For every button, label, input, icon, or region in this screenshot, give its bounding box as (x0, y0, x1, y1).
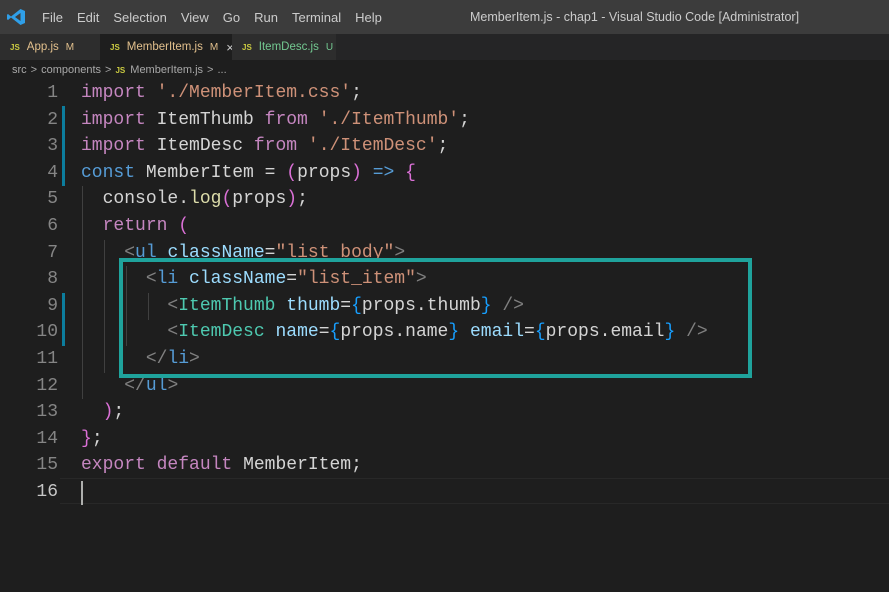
code-text[interactable]: return ( (81, 213, 189, 240)
line-number: 9 (47, 295, 58, 316)
chevron-right-icon: > (30, 64, 38, 76)
code-line[interactable]: 4 const MemberItem = (props) => { (0, 160, 889, 187)
menu-edit[interactable]: Edit (77, 10, 99, 25)
js-file-icon: JS (242, 42, 252, 52)
code-line[interactable]: 5 console.log(props); (0, 186, 889, 213)
menu-go[interactable]: Go (223, 10, 240, 25)
breadcrumb-symbol[interactable]: ... (217, 64, 226, 76)
menu-file[interactable]: File (42, 10, 63, 25)
line-number: 15 (36, 455, 58, 476)
line-number: 16 (36, 482, 58, 502)
breadcrumb: src > components > JS MemberItem.js > ..… (0, 60, 889, 80)
breadcrumb-components[interactable]: components (41, 64, 101, 76)
code-line[interactable]: 15 export default MemberItem; (0, 452, 889, 479)
menu-bar: File Edit Selection View Go Run Terminal… (42, 0, 396, 34)
line-number: 10 (36, 322, 58, 343)
line-number: 8 (47, 269, 58, 290)
code-line[interactable]: 13 ); (0, 399, 889, 426)
tab-itemdesc-js[interactable]: JS ItemDesc.js U (232, 34, 336, 60)
code-line[interactable]: 14}; (0, 426, 889, 453)
js-file-icon: JS (10, 42, 20, 52)
line-number: 3 (47, 136, 58, 157)
tab-app-js[interactable]: JS App.js M (0, 34, 100, 60)
line-number: 6 (47, 216, 58, 236)
code-line[interactable]: 2 import ItemThumb from './ItemThumb'; (0, 107, 889, 134)
code-text[interactable]: export default MemberItem; (81, 452, 362, 479)
line-number: 13 (36, 402, 58, 423)
code-text[interactable]: const MemberItem = (props) => { (81, 160, 416, 187)
menu-selection[interactable]: Selection (113, 10, 166, 25)
code-text[interactable]: ); (81, 399, 125, 426)
modified-badge: M (65, 41, 75, 53)
code-line[interactable]: 1 import './MemberItem.css'; (0, 80, 889, 107)
chevron-right-icon: > (207, 64, 214, 76)
code-line[interactable]: 6 return ( (0, 213, 889, 240)
menu-terminal[interactable]: Terminal (292, 10, 341, 25)
tab-label: MemberItem.js (126, 41, 203, 53)
untracked-badge: U (325, 41, 334, 53)
menu-run[interactable]: Run (254, 10, 278, 25)
menu-help[interactable]: Help (355, 10, 382, 25)
tab-memberitem-js[interactable]: JS MemberItem.js M × (100, 34, 234, 60)
tab-label: ItemDesc.js (258, 41, 319, 53)
line-number: 12 (36, 375, 58, 396)
vscode-logo-icon[interactable] (6, 8, 26, 26)
code-line[interactable]: 16 (0, 479, 889, 506)
line-number: 4 (47, 162, 58, 183)
window-title: MemberItem.js - chap1 - Visual Studio Co… (470, 10, 800, 24)
text-cursor (81, 481, 83, 505)
code-text[interactable]: console.log(props); (81, 186, 308, 213)
line-number: 1 (47, 83, 58, 103)
code-text[interactable]: import './MemberItem.css'; (81, 80, 362, 107)
line-number: 5 (47, 189, 58, 210)
js-file-icon: JS (115, 65, 126, 75)
code-text[interactable]: import ItemDesc from './ItemDesc'; (81, 133, 448, 160)
line-number: 14 (36, 428, 58, 449)
code-line[interactable]: 3 import ItemDesc from './ItemDesc'; (0, 133, 889, 160)
code-text[interactable]: }; (81, 426, 103, 453)
js-file-icon: JS (110, 42, 120, 52)
menu-view[interactable]: View (181, 10, 209, 25)
chevron-right-icon: > (105, 64, 112, 76)
tab-label: App.js (26, 41, 59, 53)
modified-badge: M (209, 41, 219, 53)
tab-bar: JS App.js M JS MemberItem.js M × JS Item… (0, 34, 889, 60)
line-number: 2 (47, 109, 58, 130)
title-bar: File Edit Selection View Go Run Terminal… (0, 0, 889, 34)
breadcrumb-file[interactable]: MemberItem.js (130, 64, 203, 76)
line-number: 7 (47, 242, 58, 263)
breadcrumb-src[interactable]: src (12, 64, 27, 76)
annotation-highlight-box (119, 258, 752, 378)
code-text[interactable]: import ItemThumb from './ItemThumb'; (81, 107, 470, 134)
line-number: 11 (36, 349, 58, 369)
